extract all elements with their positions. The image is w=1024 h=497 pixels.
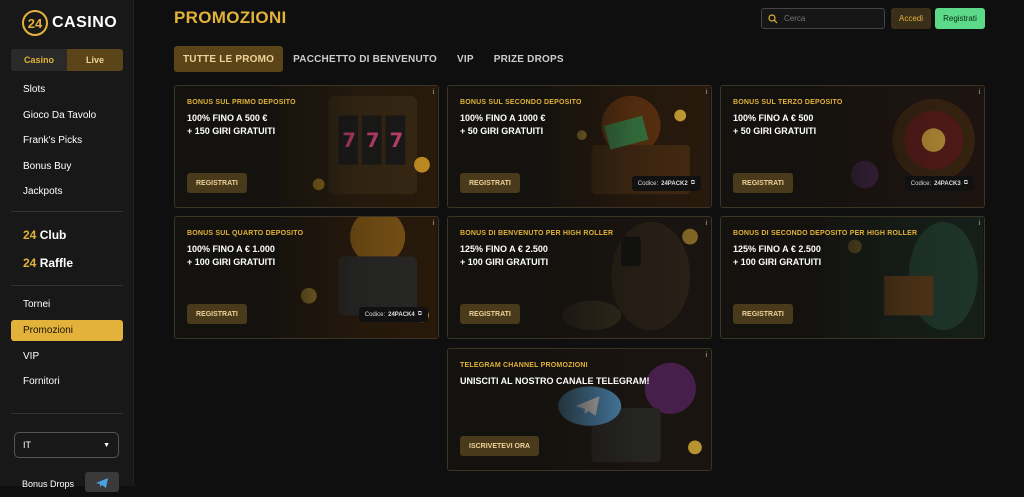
card-title: TELEGRAM CHANNEL PROMOZIONI — [460, 362, 588, 369]
telegram-button[interactable] — [85, 472, 119, 492]
sidebar-item-gioco-da-tavolo[interactable]: Gioco Da Tavolo — [23, 110, 96, 121]
register-button[interactable]: REGISTRATI — [733, 173, 793, 193]
register-button[interactable]: REGISTRATI — [187, 304, 247, 324]
sidebar-item-jackpots[interactable]: Jackpots — [23, 186, 62, 197]
card-offer-line1: UNISCITI AL NOSTRO CANALE TELEGRAM! — [460, 376, 650, 386]
subscribe-button[interactable]: ISCRIVETEVI ORA — [460, 436, 540, 456]
login-button[interactable]: Accedi — [891, 8, 931, 29]
info-icon[interactable]: i — [978, 220, 980, 227]
copy-icon[interactable]: ⧉ — [964, 180, 968, 187]
sidebar-item-fornitori[interactable]: Fornitori — [23, 376, 60, 387]
toggle-live[interactable]: Live — [67, 49, 123, 71]
tab-vip[interactable]: VIP — [447, 46, 484, 72]
card-offer-line1: 125% FINO A € 2.500 — [460, 244, 548, 254]
promo-card: i BONUS SUL QUARTO DEPOSITO 100% FINO A … — [174, 216, 439, 339]
raffle-label: Raffle — [39, 256, 74, 270]
code-label: Codice: — [637, 180, 659, 187]
club-label: Club — [39, 228, 67, 242]
bonus-drops-label[interactable]: Bonus Drops — [22, 479, 74, 489]
card-offer-line1: 125% FINO A € 2.500 — [733, 244, 821, 254]
info-icon[interactable]: i — [705, 352, 707, 359]
copy-icon[interactable]: ⧉ — [691, 180, 695, 187]
toggle-casino[interactable]: Casino — [11, 49, 67, 71]
card-offer-line2: + 150 GIRI GRATUITI — [187, 126, 276, 136]
casino-live-toggle: Casino Live — [11, 49, 123, 71]
club-number: 24 — [23, 228, 37, 242]
card-offer-line2: + 50 GIRI GRATUITI — [460, 126, 544, 136]
card-offer-line1: 100% FINO A € 1.000 — [187, 244, 275, 254]
promo-card: i BONUS DI BENVENUTO PER HIGH ROLLER 125… — [447, 216, 712, 339]
info-icon[interactable]: i — [432, 220, 434, 227]
code-value: 24PACK4 — [388, 311, 415, 318]
copy-icon[interactable]: ⧉ — [418, 311, 422, 318]
code-value: 24PACK3 — [934, 180, 961, 187]
register-button[interactable]: REGISTRATI — [460, 304, 520, 324]
sidebar-item-vip[interactable]: VIP — [23, 351, 39, 362]
bonus-code[interactable]: Codice: 24PACK4 ⧉ — [358, 307, 428, 322]
tab-tutte-le-promo[interactable]: TUTTE LE PROMO — [174, 46, 284, 72]
card-offer-line1: 100% FINO A € 500 — [733, 113, 814, 123]
register-button[interactable]: Registrati — [935, 8, 985, 29]
language-value: IT — [23, 440, 31, 450]
sidebar-item-raffle[interactable]: 24 Raffle — [23, 256, 73, 270]
chevron-down-icon: ▼ — [103, 441, 110, 449]
card-offer-line1: 100% FINO A 1000 € — [460, 113, 546, 123]
card-offer-line2: + 100 GIRI GRATUITI — [460, 257, 549, 267]
promo-tabs: TUTTE LE PROMO PACCHETTO DI BENVENUTO VI… — [174, 46, 574, 72]
info-icon[interactable]: i — [978, 89, 980, 96]
card-title: BONUS SUL TERZO DEPOSITO — [733, 99, 843, 106]
promo-card: i BONUS DI SECONDO DEPOSITO PER HIGH ROL… — [720, 216, 985, 339]
search-input[interactable] — [784, 14, 874, 23]
sidebar-item-club[interactable]: 24 Club — [23, 228, 66, 242]
search-icon — [768, 13, 778, 23]
raffle-number: 24 — [23, 256, 37, 270]
card-title: BONUS DI BENVENUTO PER HIGH ROLLER — [460, 230, 614, 237]
sidebar: 24 CASINO Casino Live Slots Gioco Da Tav… — [0, 0, 134, 492]
promo-card: i BONUS SUL SECONDO DEPOSITO 100% FINO A… — [447, 85, 712, 208]
card-offer-line2: + 100 GIRI GRATUITI — [733, 257, 822, 267]
register-button[interactable]: REGISTRATI — [460, 173, 520, 193]
telegram-icon — [96, 478, 108, 488]
card-title: BONUS SUL SECONDO DEPOSITO — [460, 99, 582, 106]
info-icon[interactable]: i — [705, 220, 707, 227]
register-button[interactable]: REGISTRATI — [733, 304, 793, 324]
card-title: BONUS DI SECONDO DEPOSITO PER HIGH ROLLE… — [733, 230, 918, 237]
code-label: Codice: — [910, 180, 932, 187]
card-title: BONUS SUL QUARTO DEPOSITO — [187, 230, 304, 237]
promo-card: i BONUS SUL TERZO DEPOSITO 100% FINO A €… — [720, 85, 985, 208]
register-button[interactable]: REGISTRATI — [187, 173, 247, 193]
sidebar-item-tornei[interactable]: Tornei — [23, 299, 50, 310]
card-offer-line2: + 100 GIRI GRATUITI — [187, 257, 276, 267]
sidebar-item-bonus-buy[interactable]: Bonus Buy — [23, 161, 71, 172]
card-offer-line1: 100% FINO A 500 € — [187, 113, 268, 123]
search-box[interactable] — [761, 8, 885, 29]
promo-card: i TELEGRAM CHANNEL PROMOZIONI UNISCITI A… — [447, 348, 712, 471]
code-value: 24PACK2 — [661, 180, 688, 187]
bonus-code[interactable]: Codice: 24PACK2 ⧉ — [631, 176, 701, 191]
sidebar-item-promozioni[interactable]: Promozioni — [23, 325, 73, 336]
sidebar-divider — [11, 285, 123, 286]
language-select[interactable]: IT ▼ — [14, 432, 119, 458]
card-title: BONUS SUL PRIMO DEPOSITO — [187, 99, 296, 106]
logo-badge: 24 — [22, 10, 48, 36]
sidebar-divider — [11, 413, 123, 414]
info-icon[interactable]: i — [705, 89, 707, 96]
promo-card: 7 7 7 i BONUS SUL PRIMO DEPOSITO 100% FI… — [174, 85, 439, 208]
logo[interactable]: 24 CASINO — [22, 10, 117, 36]
tab-prize-drops[interactable]: PRIZE DROPS — [484, 46, 574, 72]
card-offer-line2: + 50 GIRI GRATUITI — [733, 126, 817, 136]
tab-pacchetto-di-benvenuto[interactable]: PACCHETTO DI BENVENUTO — [283, 46, 447, 72]
sidebar-item-slots[interactable]: Slots — [23, 84, 45, 95]
logo-text: CASINO — [52, 14, 118, 31]
sidebar-divider — [11, 211, 123, 212]
page-title: PROMOZIONI — [174, 8, 287, 27]
bonus-code[interactable]: Codice: 24PACK3 ⧉ — [904, 176, 974, 191]
code-label: Codice: — [364, 311, 386, 318]
info-icon[interactable]: i — [432, 89, 434, 96]
sidebar-item-franks-picks[interactable]: Frank's Picks — [23, 135, 82, 146]
